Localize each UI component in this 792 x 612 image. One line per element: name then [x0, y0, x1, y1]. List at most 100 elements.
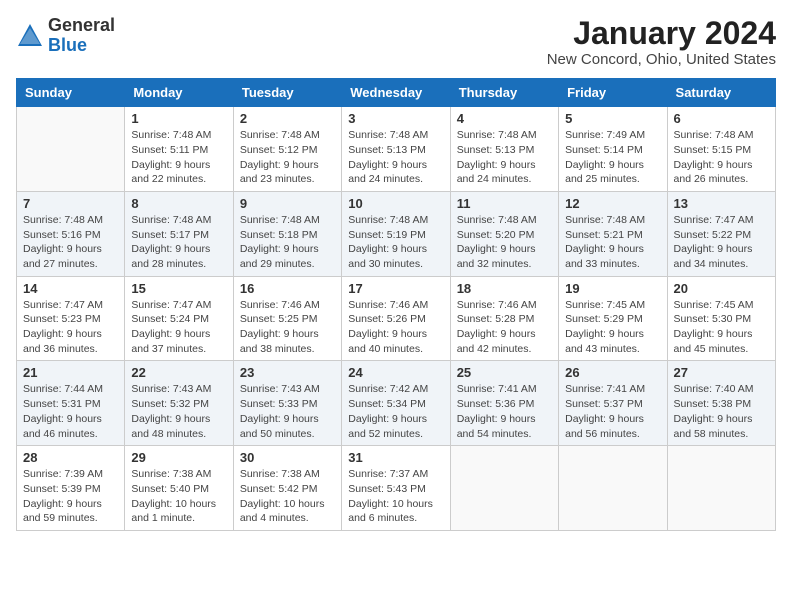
- location-title: New Concord, Ohio, United States: [547, 51, 776, 68]
- calendar-day-cell: 8 Sunrise: 7:48 AMSunset: 5:17 PMDaylight…: [125, 191, 233, 276]
- day-number: 10: [348, 196, 443, 211]
- calendar-week-row: 21 Sunrise: 7:44 AMSunset: 5:31 PMDayligh…: [17, 361, 776, 446]
- calendar-day-cell: 28 Sunrise: 7:39 AMSunset: 5:39 PMDayligh…: [17, 446, 125, 531]
- calendar-day-cell: 23 Sunrise: 7:43 AMSunset: 5:33 PMDayligh…: [233, 361, 341, 446]
- day-header-wednesday: Wednesday: [342, 79, 450, 107]
- calendar-day-cell: 31 Sunrise: 7:37 AMSunset: 5:43 PMDayligh…: [342, 446, 450, 531]
- logo-icon: [16, 22, 44, 50]
- calendar-day-cell: 2 Sunrise: 7:48 AMSunset: 5:12 PMDaylight…: [233, 107, 341, 192]
- calendar-day-cell: 4 Sunrise: 7:48 AMSunset: 5:13 PMDaylight…: [450, 107, 558, 192]
- day-number: 29: [131, 450, 226, 465]
- day-number: 7: [23, 196, 118, 211]
- day-info: Sunrise: 7:48 AMSunset: 5:18 PMDaylight:…: [240, 213, 335, 272]
- day-info: Sunrise: 7:45 AMSunset: 5:30 PMDaylight:…: [674, 298, 769, 357]
- day-number: 22: [131, 365, 226, 380]
- day-info: Sunrise: 7:48 AMSunset: 5:12 PMDaylight:…: [240, 128, 335, 187]
- day-number: 17: [348, 281, 443, 296]
- calendar-day-cell: 12 Sunrise: 7:48 AMSunset: 5:21 PMDayligh…: [559, 191, 667, 276]
- day-header-thursday: Thursday: [450, 79, 558, 107]
- day-header-monday: Monday: [125, 79, 233, 107]
- calendar-day-cell: 27 Sunrise: 7:40 AMSunset: 5:38 PMDayligh…: [667, 361, 775, 446]
- day-info: Sunrise: 7:38 AMSunset: 5:42 PMDaylight:…: [240, 467, 335, 526]
- day-number: 14: [23, 281, 118, 296]
- day-number: 23: [240, 365, 335, 380]
- day-number: 11: [457, 196, 552, 211]
- day-info: Sunrise: 7:44 AMSunset: 5:31 PMDaylight:…: [23, 382, 118, 441]
- day-number: 15: [131, 281, 226, 296]
- day-number: 21: [23, 365, 118, 380]
- calendar-day-cell: 22 Sunrise: 7:43 AMSunset: 5:32 PMDayligh…: [125, 361, 233, 446]
- calendar-day-cell: 24Sunrise: 7:42 AMSunset: 5:34 PMDayligh…: [342, 361, 450, 446]
- day-info: Sunrise: 7:48 AMSunset: 5:17 PMDaylight:…: [131, 213, 226, 272]
- day-info: Sunrise: 7:48 AMSunset: 5:13 PMDaylight:…: [348, 128, 443, 187]
- calendar-day-cell: 17 Sunrise: 7:46 AMSunset: 5:26 PMDayligh…: [342, 276, 450, 361]
- calendar-day-cell: 18Sunrise: 7:46 AMSunset: 5:28 PMDayligh…: [450, 276, 558, 361]
- day-info: Sunrise: 7:48 AMSunset: 5:20 PMDaylight:…: [457, 213, 552, 272]
- day-number: 20: [674, 281, 769, 296]
- logo-text: General Blue: [48, 16, 115, 56]
- calendar-day-cell: [667, 446, 775, 531]
- month-title: January 2024: [547, 16, 776, 51]
- calendar-day-cell: 7Sunrise: 7:48 AMSunset: 5:16 PMDaylight…: [17, 191, 125, 276]
- calendar-day-cell: 3Sunrise: 7:48 AMSunset: 5:13 PMDaylight…: [342, 107, 450, 192]
- logo-blue: Blue: [48, 35, 87, 55]
- day-info: Sunrise: 7:47 AMSunset: 5:23 PMDaylight:…: [23, 298, 118, 357]
- day-info: Sunrise: 7:38 AMSunset: 5:40 PMDaylight:…: [131, 467, 226, 526]
- day-info: Sunrise: 7:41 AMSunset: 5:37 PMDaylight:…: [565, 382, 660, 441]
- day-number: 27: [674, 365, 769, 380]
- calendar-day-cell: 19Sunrise: 7:45 AMSunset: 5:29 PMDayligh…: [559, 276, 667, 361]
- day-info: Sunrise: 7:39 AMSunset: 5:39 PMDaylight:…: [23, 467, 118, 526]
- calendar-day-cell: 9Sunrise: 7:48 AMSunset: 5:18 PMDaylight…: [233, 191, 341, 276]
- day-number: 28: [23, 450, 118, 465]
- day-info: Sunrise: 7:43 AMSunset: 5:33 PMDaylight:…: [240, 382, 335, 441]
- day-header-sunday: Sunday: [17, 79, 125, 107]
- day-info: Sunrise: 7:49 AMSunset: 5:14 PMDaylight:…: [565, 128, 660, 187]
- calendar-day-cell: 5 Sunrise: 7:49 AMSunset: 5:14 PMDaylight…: [559, 107, 667, 192]
- calendar-day-cell: 10Sunrise: 7:48 AMSunset: 5:19 PMDayligh…: [342, 191, 450, 276]
- day-number: 31: [348, 450, 443, 465]
- day-number: 18: [457, 281, 552, 296]
- day-number: 16: [240, 281, 335, 296]
- day-number: 25: [457, 365, 552, 380]
- day-info: Sunrise: 7:48 AMSunset: 5:21 PMDaylight:…: [565, 213, 660, 272]
- calendar-day-cell: [450, 446, 558, 531]
- day-number: 5: [565, 111, 660, 126]
- day-number: 8: [131, 196, 226, 211]
- day-number: 4: [457, 111, 552, 126]
- day-info: Sunrise: 7:48 AMSunset: 5:13 PMDaylight:…: [457, 128, 552, 187]
- page-header: General Blue January 2024 New Concord, O…: [16, 16, 776, 68]
- calendar-header-row: SundayMondayTuesdayWednesdayThursdayFrid…: [17, 79, 776, 107]
- title-area: January 2024 New Concord, Ohio, United S…: [547, 16, 776, 68]
- day-info: Sunrise: 7:47 AMSunset: 5:22 PMDaylight:…: [674, 213, 769, 272]
- calendar-day-cell: 30Sunrise: 7:38 AMSunset: 5:42 PMDayligh…: [233, 446, 341, 531]
- day-info: Sunrise: 7:46 AMSunset: 5:26 PMDaylight:…: [348, 298, 443, 357]
- day-info: Sunrise: 7:42 AMSunset: 5:34 PMDaylight:…: [348, 382, 443, 441]
- calendar-week-row: 1Sunrise: 7:48 AMSunset: 5:11 PMDaylight…: [17, 107, 776, 192]
- calendar-week-row: 28 Sunrise: 7:39 AMSunset: 5:39 PMDayligh…: [17, 446, 776, 531]
- day-header-friday: Friday: [559, 79, 667, 107]
- calendar-table: SundayMondayTuesdayWednesdayThursdayFrid…: [16, 78, 776, 531]
- calendar-week-row: 7Sunrise: 7:48 AMSunset: 5:16 PMDaylight…: [17, 191, 776, 276]
- day-number: 2: [240, 111, 335, 126]
- calendar-day-cell: 20 Sunrise: 7:45 AMSunset: 5:30 PMDayligh…: [667, 276, 775, 361]
- day-header-saturday: Saturday: [667, 79, 775, 107]
- day-info: Sunrise: 7:43 AMSunset: 5:32 PMDaylight:…: [131, 382, 226, 441]
- calendar-day-cell: [559, 446, 667, 531]
- day-header-tuesday: Tuesday: [233, 79, 341, 107]
- day-info: Sunrise: 7:46 AMSunset: 5:25 PMDaylight:…: [240, 298, 335, 357]
- calendar-day-cell: 29 Sunrise: 7:38 AMSunset: 5:40 PMDayligh…: [125, 446, 233, 531]
- calendar-day-cell: 25Sunrise: 7:41 AMSunset: 5:36 PMDayligh…: [450, 361, 558, 446]
- day-info: Sunrise: 7:47 AMSunset: 5:24 PMDaylight:…: [131, 298, 226, 357]
- day-number: 26: [565, 365, 660, 380]
- calendar-day-cell: [17, 107, 125, 192]
- day-number: 13: [674, 196, 769, 211]
- calendar-day-cell: 6Sunrise: 7:48 AMSunset: 5:15 PMDaylight…: [667, 107, 775, 192]
- day-info: Sunrise: 7:45 AMSunset: 5:29 PMDaylight:…: [565, 298, 660, 357]
- calendar-day-cell: 16 Sunrise: 7:46 AMSunset: 5:25 PMDayligh…: [233, 276, 341, 361]
- day-number: 12: [565, 196, 660, 211]
- calendar-day-cell: 11 Sunrise: 7:48 AMSunset: 5:20 PMDayligh…: [450, 191, 558, 276]
- calendar-day-cell: 21 Sunrise: 7:44 AMSunset: 5:31 PMDayligh…: [17, 361, 125, 446]
- day-info: Sunrise: 7:40 AMSunset: 5:38 PMDaylight:…: [674, 382, 769, 441]
- day-info: Sunrise: 7:48 AMSunset: 5:15 PMDaylight:…: [674, 128, 769, 187]
- day-info: Sunrise: 7:37 AMSunset: 5:43 PMDaylight:…: [348, 467, 443, 526]
